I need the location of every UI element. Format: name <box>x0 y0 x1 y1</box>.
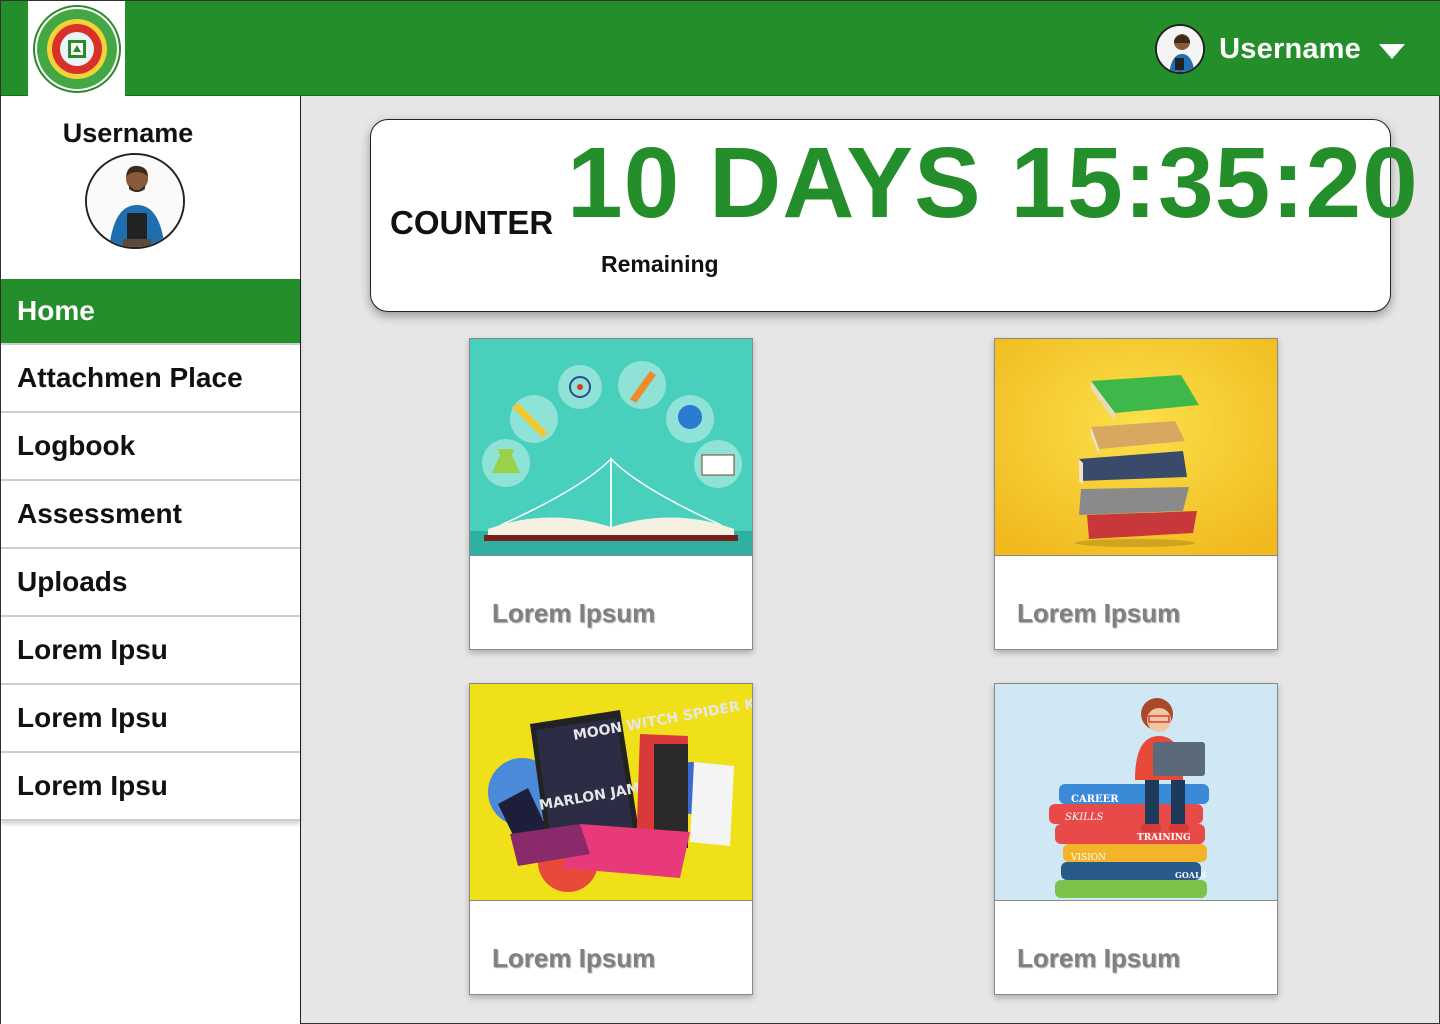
sidebar-item-home[interactable]: Home <box>1 279 300 345</box>
sidebar-item-lorem-3[interactable]: Lorem Ipsu <box>1 753 300 821</box>
countdown-card: COUNTER 10 DAYS 15:35:20 Remaining <box>370 119 1418 312</box>
card-image-open-book <box>470 339 752 556</box>
sidebar-item-attachment-place[interactable]: Attachmen Place <box>1 345 300 413</box>
top-header: Username <box>1 1 1440 96</box>
sidebar-item-logbook[interactable]: Logbook <box>1 413 300 481</box>
student-on-books-icon: CAREER SKILLS TRAINING VISION GOALS <box>995 684 1277 900</box>
sidebar-item-assessment[interactable]: Assessment <box>1 481 300 549</box>
sidebar-item-uploads[interactable]: Uploads <box>1 549 300 617</box>
card-title: Lorem Ipsum <box>1017 598 1181 628</box>
header-username[interactable]: Username <box>1219 33 1361 66</box>
card-image-career-books: CAREER SKILLS TRAINING VISION GOALS <box>995 684 1277 901</box>
goals-label: GOALS <box>1175 870 1207 880</box>
counter-label: COUNTER <box>390 204 554 241</box>
profile-section: Username <box>1 96 300 279</box>
countdown-value: 10 DAYS 15:35:20 <box>567 127 1419 239</box>
card-title: Lorem Ipsum <box>492 598 656 628</box>
content-card-1[interactable]: Lorem Ipsum <box>469 338 753 650</box>
avatar[interactable] <box>1155 24 1206 74</box>
sidebar-nav: Home Attachmen Place Logbook Assessment … <box>1 279 300 821</box>
open-book-science-icon <box>470 339 752 555</box>
content-card-4[interactable]: CAREER SKILLS TRAINING VISION GOALS Lore… <box>994 683 1278 995</box>
user-menu[interactable]: Username <box>1155 23 1405 75</box>
content-card-3[interactable]: MOON WITCH SPIDER KING MARLON JAMES Lore… <box>469 683 753 995</box>
card-title: Lorem Ipsum <box>492 943 656 973</box>
career-label: CAREER <box>1071 794 1119 805</box>
profile-avatar[interactable] <box>85 153 185 249</box>
stack-of-books-icon <box>995 339 1277 555</box>
sidebar: Username Home Attachmen Place Logbook As… <box>1 96 301 1024</box>
card-image-book-stack <box>995 339 1277 556</box>
counter-remaining-label: Remaining <box>601 251 719 277</box>
card-title: Lorem Ipsum <box>1017 943 1181 973</box>
university-logo[interactable] <box>28 1 125 96</box>
card-image-novels: MOON WITCH SPIDER KING MARLON JAMES <box>470 684 752 901</box>
user-photo-icon <box>1157 26 1204 72</box>
sidebar-item-lorem-1[interactable]: Lorem Ipsu <box>1 617 300 685</box>
colorful-novels-icon: MOON WITCH SPIDER KING MARLON JAMES <box>470 684 752 900</box>
caret-down-icon[interactable] <box>1379 43 1405 59</box>
vision-label: VISION <box>1070 853 1106 863</box>
content-card-2[interactable]: Lorem Ipsum <box>994 338 1278 650</box>
profile-photo-icon <box>87 155 183 247</box>
profile-username: Username <box>62 118 194 148</box>
training-label: TRAINING <box>1137 833 1191 843</box>
sidebar-item-lorem-2[interactable]: Lorem Ipsu <box>1 685 300 753</box>
skills-label: SKILLS <box>1065 812 1104 823</box>
university-seal-icon <box>32 4 121 93</box>
